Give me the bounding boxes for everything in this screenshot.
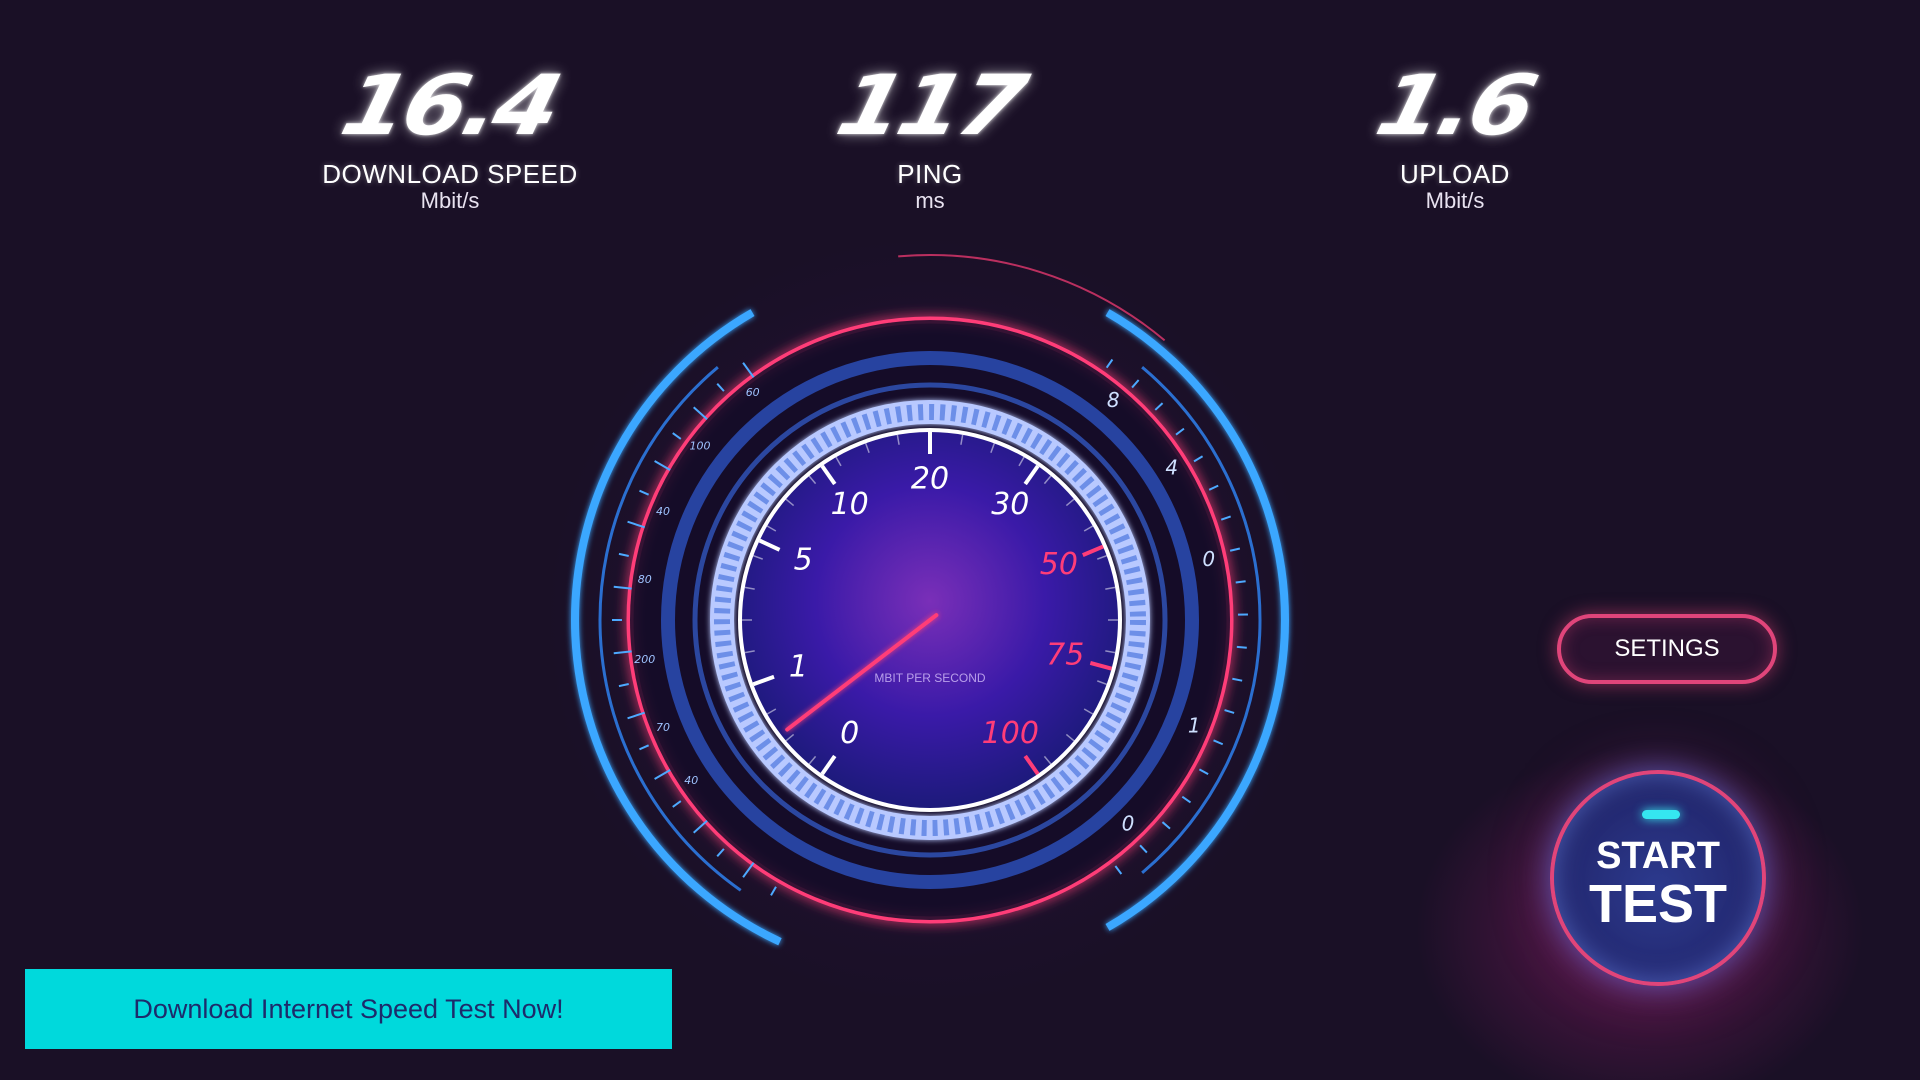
ping-unit: ms	[915, 188, 945, 213]
right-arc-tick	[1131, 379, 1140, 389]
ping-label: PING	[897, 159, 963, 189]
left-arc-label: 200	[634, 653, 655, 666]
right-arc-tick	[1236, 645, 1247, 649]
download-speed-stat: 16.4 DOWNLOAD SPEED Mbit/s	[320, 57, 580, 214]
left-arc-tick	[716, 383, 725, 392]
left-arc-tick	[654, 769, 671, 780]
left-arc-tick	[742, 362, 755, 378]
right-arc-tick	[1208, 484, 1219, 491]
scale-label: 1	[789, 649, 808, 684]
right-arc-tick	[1198, 768, 1209, 776]
speedometer-gauge: 60 100 40 80 200 70 40 8 4 0 1 0 0 1 5 10 20 30 50 75 100 MB…	[560, 250, 1300, 950]
upload-speed-stat: 1.6 UPLOAD Mbit/s	[1345, 57, 1565, 214]
left-arc-label: 100	[689, 440, 710, 453]
right-arc-label: 8	[1107, 388, 1120, 412]
scale-label: 10	[831, 487, 869, 522]
scale-label: 20	[911, 462, 949, 497]
right-arc-tick	[1181, 795, 1192, 804]
left-arc-tick	[716, 848, 725, 857]
left-arc-tick	[770, 886, 777, 896]
left-arc-label: 70	[656, 721, 670, 734]
left-arc-tick	[672, 432, 682, 440]
start-indicator-light	[1642, 810, 1680, 819]
right-arc-tick	[1105, 358, 1114, 369]
scale-label: 100	[982, 716, 1039, 751]
upload-speed-value: 1.6	[1367, 57, 1543, 154]
right-arc-tick	[1114, 865, 1123, 875]
ping-stat: 117 PING ms	[828, 57, 1032, 214]
left-arc-label: 40	[656, 505, 670, 518]
right-arc-tick	[1154, 402, 1164, 411]
gauge-center-label: MBIT PER SECOND	[874, 671, 985, 685]
left-arc-tick	[693, 819, 708, 834]
right-arc-tick	[1232, 677, 1243, 682]
right-arc-label: 4	[1165, 455, 1178, 479]
ping-value: 117	[828, 57, 1033, 154]
upload-speed-label: UPLOAD	[1400, 159, 1510, 189]
download-speed-label: DOWNLOAD SPEED	[322, 159, 578, 189]
speedometer-graphic: 601004080200704084010 0151020305075100MB…	[571, 254, 1289, 946]
right-arc-tick	[1235, 580, 1246, 584]
start-test-button[interactable]: START TEST	[1550, 770, 1766, 986]
settings-button[interactable]: SETINGS	[1557, 614, 1777, 684]
left-arc-tick	[618, 683, 629, 688]
scale-label: 0	[840, 716, 859, 751]
scale-label: 30	[991, 487, 1029, 522]
start-test-label-line1: START	[1596, 835, 1720, 877]
right-arc-tick	[1193, 455, 1204, 463]
left-arc-label: 80	[638, 573, 652, 586]
right-arc-tick	[1139, 844, 1148, 854]
right-arc-label: 0	[1202, 547, 1215, 571]
left-arc-tick	[693, 406, 708, 421]
download-speed-unit: Mbit/s	[420, 188, 480, 213]
right-arc-tick	[1161, 821, 1171, 830]
right-arc-tick	[1224, 709, 1235, 714]
gauge-decoration: 601004080200704084010	[571, 254, 1289, 946]
upload-speed-unit: Mbit/s	[1425, 188, 1485, 213]
left-arc-tick	[639, 489, 650, 496]
left-arc-tick	[672, 800, 682, 808]
scale-label: 50	[1040, 547, 1078, 582]
right-arc-label: 1	[1188, 713, 1201, 737]
left-arc-tick	[618, 552, 629, 557]
left-arc-label: 40	[684, 774, 698, 787]
left-arc-label: 60	[746, 386, 760, 399]
left-arc-tick	[742, 862, 755, 878]
left-arc-tick	[639, 744, 650, 751]
right-arc-tick	[1229, 547, 1241, 552]
right-arc-tick	[1175, 427, 1185, 436]
scale-label: 5	[794, 542, 813, 577]
right-arc-tick	[1220, 515, 1232, 521]
left-arc-tick	[654, 460, 671, 471]
scale-label: 75	[1046, 638, 1084, 673]
download-speed-value: 16.4	[332, 57, 568, 154]
speed-test-screen: 16.4 DOWNLOAD SPEED Mbit/s 117 PING ms 1…	[0, 0, 1920, 1080]
start-test-label-line2: TEST	[1588, 874, 1727, 934]
download-app-banner[interactable]: Download Internet Speed Test Now!	[25, 969, 672, 1049]
right-arc-tick	[1213, 739, 1224, 746]
right-arc-label: 0	[1122, 812, 1135, 836]
